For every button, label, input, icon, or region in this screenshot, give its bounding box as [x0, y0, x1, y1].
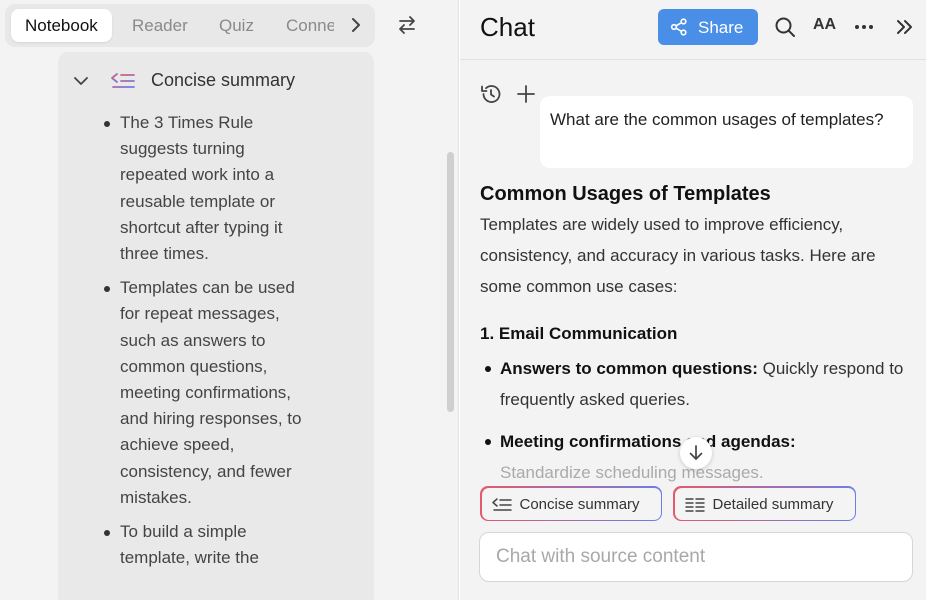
share-icon [670, 18, 687, 36]
concise-summary-chip[interactable]: Concise summary [480, 486, 662, 521]
tab-connections[interactable]: Conne [286, 9, 334, 42]
answer-heading: Common Usages of Templates [480, 183, 771, 205]
share-label: Share [698, 18, 744, 37]
summary-card-header[interactable]: Concise summary [72, 68, 362, 94]
chip-body: Concise summary [481, 487, 661, 520]
list-item: The 3 Times Rule suggests turning repeat… [104, 110, 310, 267]
detailed-summary-chip[interactable]: Detailed summary [673, 486, 856, 521]
notebook-panel: Notebook Reader Quiz Conne Concise summa… [0, 0, 459, 600]
user-message-bubble: What are the common usages of templates? [540, 96, 913, 168]
summary-card-title: Concise summary [151, 70, 296, 90]
tab-quiz[interactable]: Quiz [219, 9, 254, 42]
answer-section-title: 1. Email Communication [480, 324, 678, 343]
plus-icon[interactable] [514, 82, 538, 106]
list-item: Templates can be used for repeat message… [104, 275, 310, 511]
share-button[interactable]: Share [658, 9, 758, 45]
notebook-tab-bar: Notebook Reader Quiz Conne [5, 4, 375, 47]
search-icon[interactable] [774, 16, 796, 38]
scrollbar-thumb[interactable] [447, 152, 454, 412]
swap-icon[interactable] [395, 14, 419, 36]
list-item-label: Meeting confirmations and agendas: [500, 432, 796, 451]
tab-notebook[interactable]: Notebook [11, 9, 112, 42]
list-item: To build a simple template, write the [104, 519, 310, 571]
collapse-panel-icon[interactable] [894, 16, 916, 38]
summary-card: Concise summary The 3 Times Rule suggest… [58, 52, 374, 600]
answer-intro: Templates are widely used to improve eff… [480, 215, 876, 296]
list-item-label: Answers to common questions: [500, 359, 758, 378]
list-item: Answers to common questions: Quickly res… [485, 353, 916, 415]
scroll-down-button[interactable] [680, 437, 712, 469]
answer-list: Answers to common questions: Quickly res… [485, 353, 916, 488]
concise-summary-icon [111, 73, 135, 88]
font-size-button[interactable]: AA [813, 16, 836, 34]
tab-reader[interactable]: Reader [132, 9, 188, 42]
page-title: Chat [480, 12, 535, 42]
chat-input[interactable] [496, 543, 896, 571]
list-item-text: Standardize scheduling messages. [500, 463, 764, 482]
chevron-down-icon[interactable] [72, 72, 90, 90]
chip-label: Concise summary [519, 495, 640, 513]
concise-summary-icon [491, 497, 512, 511]
summary-bullet-list: The 3 Times Rule suggests turning repeat… [104, 110, 310, 579]
arrow-down-icon [689, 445, 703, 460]
user-message-text: What are the common usages of templates? [550, 110, 884, 129]
chip-body: Detailed summary [674, 487, 855, 520]
history-icon[interactable] [479, 82, 503, 106]
chat-panel: Chat Share AA What are the common usages… [460, 0, 926, 600]
more-icon[interactable] [853, 16, 875, 38]
chip-label: Detailed summary [712, 495, 834, 513]
chevron-right-icon[interactable] [347, 16, 365, 34]
chat-header: Chat Share AA [460, 0, 926, 60]
chat-input-box[interactable] [479, 532, 913, 582]
detailed-summary-icon [684, 497, 705, 512]
